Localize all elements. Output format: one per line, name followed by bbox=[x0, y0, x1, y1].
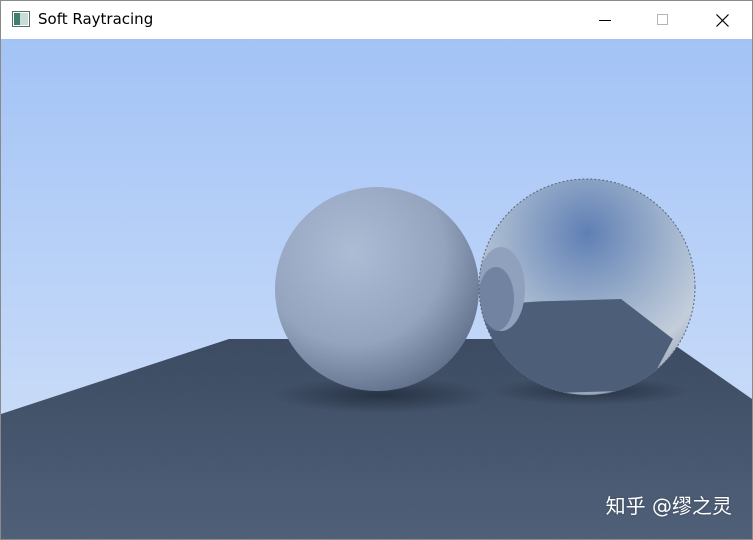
title-bar[interactable]: Soft Raytracing bbox=[1, 1, 752, 39]
diffuse-sphere bbox=[275, 187, 479, 391]
minimize-button[interactable] bbox=[576, 1, 634, 39]
close-icon bbox=[715, 13, 729, 27]
minimize-icon bbox=[599, 20, 611, 21]
app-window: Soft Raytracing 知乎 @缪之灵 bbox=[0, 0, 753, 540]
watermark-text: 知乎 @缪之灵 bbox=[605, 494, 732, 518]
maximize-icon bbox=[657, 14, 668, 25]
render-viewport: 知乎 @缪之灵 bbox=[1, 39, 752, 539]
raytraced-scene bbox=[1, 39, 752, 539]
window-title: Soft Raytracing bbox=[38, 10, 154, 28]
close-button[interactable] bbox=[693, 1, 751, 39]
maximize-button[interactable] bbox=[634, 1, 692, 39]
app-window-icon bbox=[12, 11, 30, 27]
